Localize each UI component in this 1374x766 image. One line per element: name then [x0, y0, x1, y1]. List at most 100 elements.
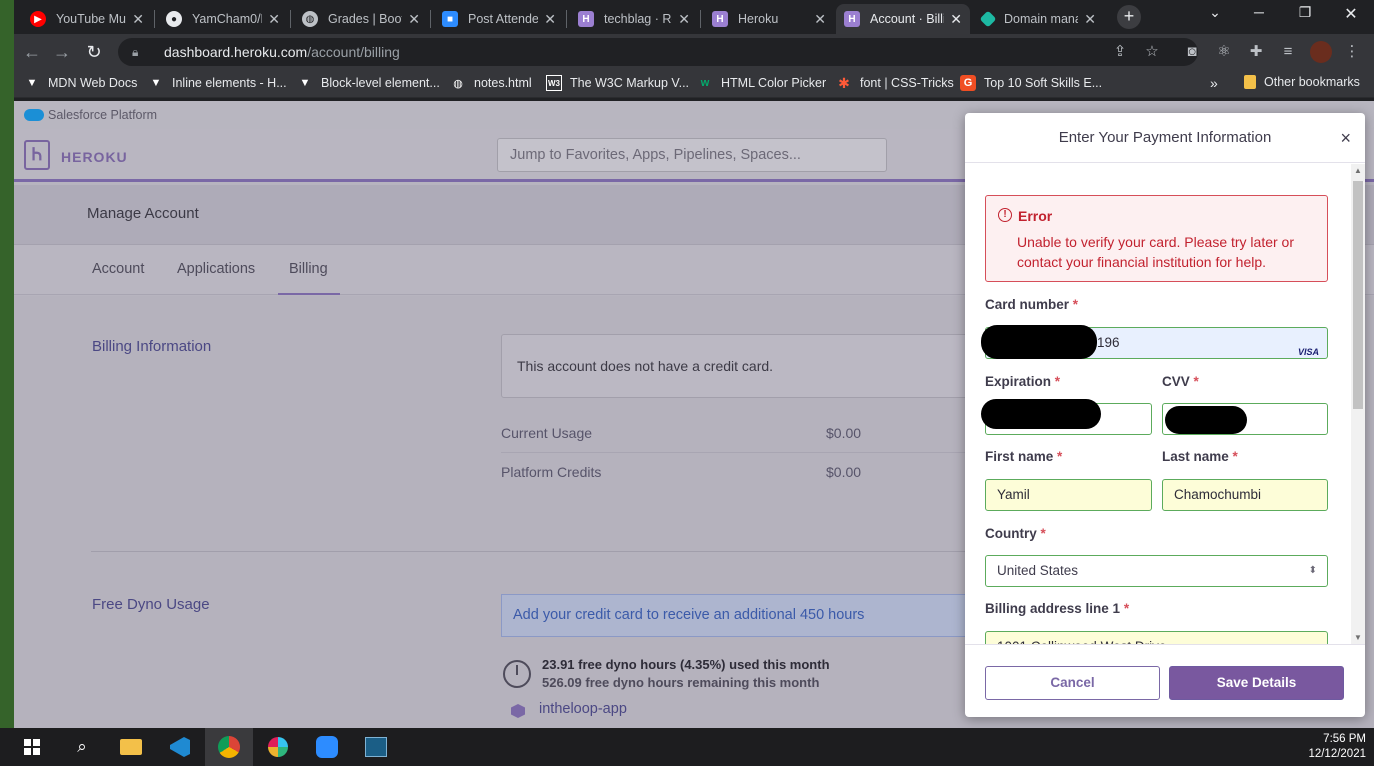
tab-zoom[interactable]: ■ Post Attende ✕	[434, 4, 564, 34]
platform-credits-value: $0.00	[826, 464, 862, 480]
star-icon[interactable]: ☆	[1142, 42, 1162, 62]
close-tab-icon[interactable]: ✕	[678, 11, 690, 28]
windows-taskbar: ⌕ 7:56 PM 12/12/2021	[0, 728, 1374, 766]
close-window-button[interactable]: ✕	[1336, 4, 1366, 24]
tab-strip: ▶ YouTube Mus ✕ ● YamCham0/F ✕ ◍ Grades …	[14, 0, 1374, 34]
salesforce-cloud-icon	[24, 109, 44, 121]
heroku-wordmark: HEROKU	[61, 149, 128, 165]
modal-body: ! Error Unable to verify your card. Plea…	[965, 164, 1351, 644]
payment-modal: Enter Your Payment Information × ! Error…	[965, 113, 1365, 717]
close-icon[interactable]: ×	[1340, 113, 1351, 163]
close-tab-icon[interactable]: ✕	[132, 11, 144, 28]
redaction-mark	[981, 399, 1101, 429]
file-explorer-icon[interactable]	[107, 728, 155, 766]
minimize-button[interactable]: ─	[1244, 4, 1274, 20]
camera-icon[interactable]: ◙	[1182, 42, 1202, 62]
current-usage-row: Current Usage $0.00	[501, 414, 981, 453]
new-tab-button[interactable]: +	[1117, 5, 1141, 29]
system-clock[interactable]: 7:56 PM 12/12/2021	[1308, 732, 1366, 762]
domain-icon	[979, 10, 997, 28]
extensions-icon[interactable]: ✚	[1246, 42, 1266, 62]
address-bar[interactable]: 🔒︎ dashboard.heroku.com/account/billing	[118, 38, 1198, 66]
bookmark-item[interactable]: ▼ MDN Web Docs	[24, 75, 138, 91]
scroll-down-icon[interactable]: ▼	[1354, 633, 1362, 642]
media-control-icon[interactable]: ≡	[1278, 42, 1298, 62]
tab-applications[interactable]: Applications	[177, 261, 255, 277]
tab-title: Heroku	[738, 12, 779, 26]
close-tab-icon[interactable]: ✕	[814, 11, 826, 28]
back-button[interactable]: ←	[20, 40, 44, 64]
other-bookmarks-folder[interactable]: Other bookmarks	[1244, 75, 1360, 89]
bookmark-item[interactable]: G Top 10 Soft Skills E...	[960, 75, 1102, 91]
tab-domain[interactable]: Domain mana ✕	[974, 4, 1104, 34]
react-devtools-icon[interactable]: ⚛	[1214, 42, 1234, 62]
tab-account-billing[interactable]: H Account · Billi ✕	[836, 4, 970, 34]
last-name-field[interactable]: Chamochumbi	[1162, 479, 1328, 511]
tab-techblag[interactable]: H techblag · Re ✕	[570, 4, 698, 34]
zoom-app-icon[interactable]	[303, 728, 351, 766]
vscode-icon[interactable]	[156, 728, 204, 766]
app-link[interactable]: intheloop-app	[539, 701, 627, 717]
modal-footer: Cancel Save Details	[965, 644, 1365, 717]
active-tab-indicator	[278, 293, 340, 295]
windows-start-icon[interactable]	[8, 728, 56, 766]
alert-icon: !	[998, 208, 1012, 222]
close-tab-icon[interactable]: ✕	[544, 11, 556, 28]
close-tab-icon[interactable]: ✕	[950, 11, 962, 28]
jump-search-input[interactable]: Jump to Favorites, Apps, Pipelines, Spac…	[497, 138, 887, 172]
globe-icon: ◍	[453, 77, 463, 90]
platform-credits-row: Platform Credits $0.00	[501, 453, 981, 492]
scrollbar-thumb[interactable]	[1353, 181, 1363, 409]
first-name-field[interactable]: Yamil	[985, 479, 1152, 511]
bookmark-item[interactable]: ◍ notes.html	[450, 75, 531, 91]
heroku-logo-icon[interactable]: Ꮒ	[24, 140, 50, 170]
slack-icon[interactable]	[254, 728, 302, 766]
close-tab-icon[interactable]: ✕	[268, 11, 280, 28]
youtube-icon: ▶	[30, 11, 46, 27]
more-bookmarks-button[interactable]: »	[1210, 75, 1218, 91]
address-label: Billing address line 1 *	[985, 601, 1130, 616]
scroll-up-icon[interactable]: ▲	[1354, 166, 1362, 175]
free-dyno-heading: Free Dyno Usage	[92, 596, 210, 613]
bookmark-item[interactable]: ▼ Block-level element...	[297, 75, 440, 91]
csstricks-icon: ✱	[838, 74, 850, 91]
tab-search-icon[interactable]: ⌄	[1200, 4, 1230, 21]
tab-grades[interactable]: ◍ Grades | Boot ✕	[294, 4, 428, 34]
reload-button[interactable]: ↻	[82, 40, 106, 64]
address-field[interactable]: 1001 Collinwood West Drive	[985, 631, 1328, 644]
mysql-workbench-icon[interactable]	[352, 728, 400, 766]
search-icon[interactable]: ⌕	[58, 728, 106, 766]
tab-account[interactable]: Account	[92, 261, 144, 277]
tab-youtube[interactable]: ▶ YouTube Mus ✕	[22, 4, 152, 34]
add-card-banner[interactable]: Add your credit card to receive an addit…	[501, 594, 981, 637]
menu-icon[interactable]: ⋮	[1342, 42, 1362, 62]
modal-scrollbar[interactable]: ▲ ▼	[1351, 164, 1365, 644]
bookmark-item[interactable]: W3 The W3C Markup V...	[546, 75, 689, 91]
forward-button[interactable]: →	[50, 40, 74, 64]
close-tab-icon[interactable]: ✕	[408, 11, 420, 28]
chrome-icon[interactable]	[205, 728, 253, 766]
share-icon[interactable]: ⇪	[1110, 42, 1130, 62]
url-domain: dashboard.heroku.com	[164, 44, 308, 60]
cancel-button[interactable]: Cancel	[985, 666, 1160, 700]
error-title: Error	[1018, 208, 1053, 224]
close-tab-icon[interactable]: ✕	[1084, 11, 1096, 28]
bookmark-item[interactable]: ▼ Inline elements - H...	[148, 75, 287, 91]
card-number-label: Card number *	[985, 297, 1079, 312]
divider	[91, 551, 991, 552]
browser-toolbar: ← → ↻ 🔒︎ dashboard.heroku.com/account/bi…	[14, 34, 1374, 70]
tab-title: Grades | Boot	[328, 12, 403, 26]
bookmark-item[interactable]: ✱ font | CSS-Tricks	[836, 75, 954, 91]
tab-heroku[interactable]: H Heroku ✕	[704, 4, 834, 34]
profile-avatar[interactable]	[1310, 41, 1332, 63]
app-hexagon-icon	[511, 704, 525, 718]
mdn-icon: ▼	[299, 77, 311, 89]
country-select[interactable]: United States ⬍	[985, 555, 1328, 587]
maximize-button[interactable]: ❐	[1290, 4, 1320, 21]
bookmark-item[interactable]: w HTML Color Picker	[697, 75, 826, 91]
cvv-label: CVV *	[1162, 374, 1199, 389]
save-details-button[interactable]: Save Details	[1169, 666, 1344, 700]
tab-billing[interactable]: Billing	[289, 261, 328, 277]
tab-github[interactable]: ● YamCham0/F ✕	[158, 4, 288, 34]
expiration-label: Expiration *	[985, 374, 1061, 389]
